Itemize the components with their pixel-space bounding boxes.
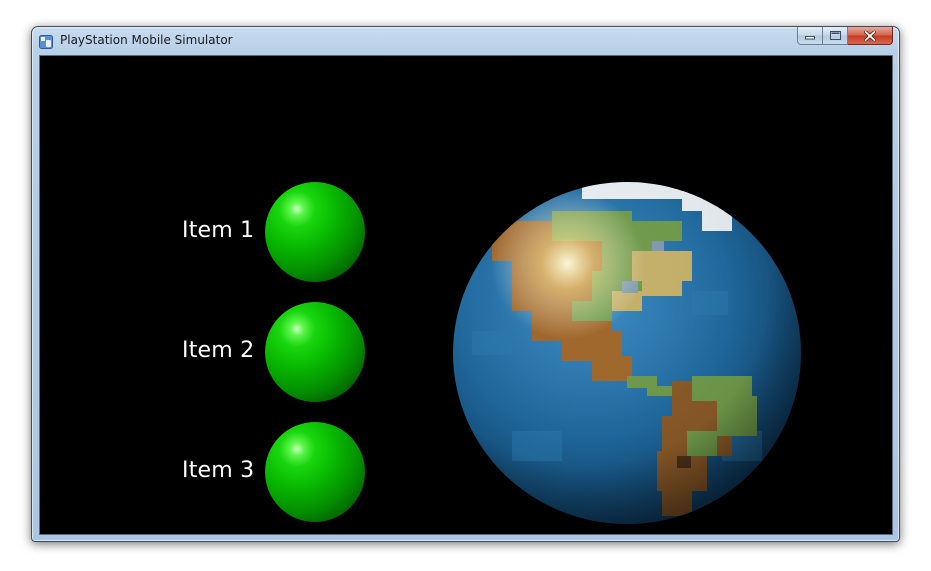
earth-globe-graphic <box>453 182 801 524</box>
maximize-button[interactable] <box>823 27 848 45</box>
close-button[interactable] <box>848 27 893 45</box>
title-bar[interactable]: PlayStation Mobile Simulator <box>32 27 899 55</box>
minimize-icon <box>805 32 815 40</box>
item-1-sphere[interactable] <box>265 182 365 282</box>
maximize-icon <box>829 31 841 40</box>
item-2-sphere[interactable] <box>265 302 365 402</box>
close-icon <box>864 30 876 41</box>
window-title: PlayStation Mobile Simulator <box>60 33 233 47</box>
item-label-2: Item 2 <box>182 338 255 363</box>
item-label-3: Item 3 <box>182 458 255 483</box>
item-3-sphere[interactable] <box>265 422 365 522</box>
window-controls <box>797 27 893 46</box>
item-label-1: Item 1 <box>182 218 255 243</box>
simulator-viewport[interactable]: Item 1 Item 2 Item 3 <box>39 55 893 535</box>
playstation-mobile-app-icon[interactable] <box>39 34 53 49</box>
minimize-button[interactable] <box>797 27 823 45</box>
simulator-window: PlayStation Mobile Simulator Item 1 Item <box>31 26 900 542</box>
earth-globe[interactable] <box>452 181 802 525</box>
